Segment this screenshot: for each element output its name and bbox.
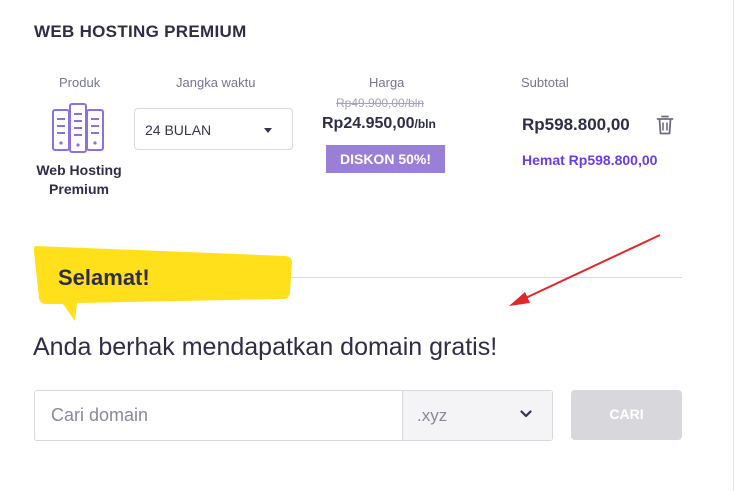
domain-search-input[interactable] <box>35 391 402 440</box>
caret-down-icon <box>264 128 272 133</box>
congrats-text: Selamat! <box>58 265 150 290</box>
domain-search-box: .xyz <box>34 390 553 441</box>
panel-edge <box>733 0 734 491</box>
chevron-down-icon <box>520 410 532 418</box>
section-title: WEB HOSTING PREMIUM <box>34 22 247 41</box>
column-label-price: Harga <box>369 75 405 90</box>
period-select[interactable]: 24 BULAN <box>134 108 293 150</box>
column-label-product: Produk <box>59 75 101 90</box>
column-label-period: Jangka waktu <box>176 75 256 90</box>
savings-text: Hemat Rp598.800,00 <box>522 152 658 168</box>
subtotal-value: Rp598.800,00 <box>522 115 630 134</box>
server-icon <box>52 103 104 153</box>
free-domain-message: Anda berhak mendapatkan domain gratis! <box>33 333 498 361</box>
tld-select-value: .xyz <box>417 406 448 425</box>
product-name: Web Hosting Premium <box>36 162 122 197</box>
tld-select[interactable]: .xyz <box>403 391 552 440</box>
discounted-price-value: Rp24.950,00 <box>322 115 415 132</box>
search-domain-button[interactable]: CARI <box>571 390 682 440</box>
trash-icon[interactable] <box>656 115 674 135</box>
red-arrow-annotation <box>509 234 661 306</box>
discount-badge: DISKON 50%! <box>326 145 445 173</box>
column-label-subtotal: Subtotal <box>521 75 569 90</box>
price-unit: /bln <box>414 117 436 131</box>
discounted-price: Rp24.950,00/bln <box>322 115 436 133</box>
original-price: Rp49.900,00/bln <box>336 96 425 110</box>
period-select-value: 24 BULAN <box>145 122 212 138</box>
